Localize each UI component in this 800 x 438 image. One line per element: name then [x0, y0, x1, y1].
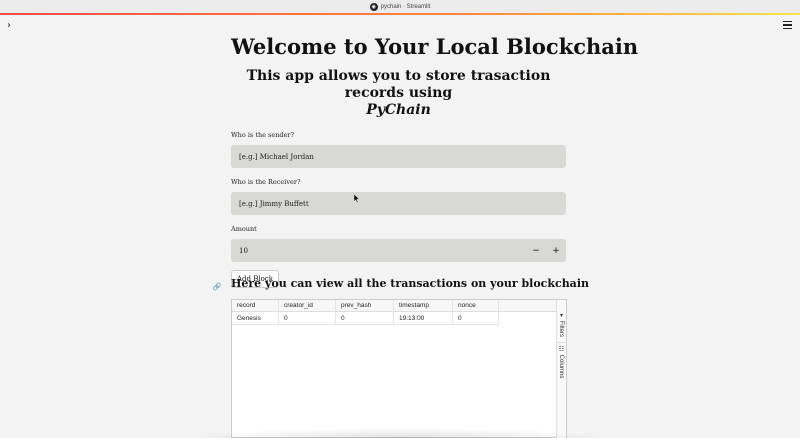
column-header[interactable]: timestamp: [394, 300, 453, 311]
receiver-input[interactable]: [e.g.] Jimmy Buffett: [231, 192, 566, 215]
amount-decrement-button[interactable]: −: [526, 246, 546, 256]
page-subtitle: This app allows you to store trasaction …: [231, 68, 566, 119]
table-cell[interactable]: 0: [336, 312, 394, 324]
table-cell[interactable]: 0: [279, 312, 336, 324]
window-titlebar: ◉ pychain · Streamlit: [0, 0, 800, 13]
window-title: pychain · Streamlit: [380, 3, 431, 10]
sender-input[interactable]: [e.g.] Michael Jordan: [231, 145, 566, 168]
amount-value[interactable]: 10: [231, 247, 526, 255]
main-content: Welcome to Your Local Blockchain This ap…: [231, 30, 639, 288]
table-cell[interactable]: Genesis: [232, 312, 279, 324]
page-title: Welcome to Your Local Blockchain: [231, 34, 639, 59]
transactions-dataframe[interactable]: record creator_id prev_hash timestamp no…: [231, 299, 567, 438]
amount-increment-button[interactable]: +: [546, 246, 566, 256]
dataframe-body: record creator_id prev_hash timestamp no…: [232, 300, 558, 438]
hamburger-menu-icon[interactable]: [783, 21, 792, 30]
column-header[interactable]: nonce: [453, 300, 499, 311]
transactions-heading: Here you can view all the transactions o…: [231, 277, 589, 290]
side-panel-divider: [557, 342, 567, 343]
table-cell[interactable]: 19:13:00: [394, 312, 453, 324]
table-cell[interactable]: 0: [453, 312, 499, 324]
row-divider: [232, 324, 499, 325]
subtitle-emphasis: PyChain: [366, 102, 431, 118]
filters-tab[interactable]: ▾ Filters: [558, 312, 565, 337]
chevron-right-icon[interactable]: ›: [7, 20, 11, 31]
columns-tab[interactable]: ☷ Columns: [558, 346, 565, 378]
column-header[interactable]: prev_hash: [336, 300, 394, 311]
table-row[interactable]: Genesis 0 0 19:13:00 0: [232, 312, 558, 324]
mouse-cursor-icon: [354, 194, 360, 203]
amount-number-input: 10 − +: [231, 239, 566, 262]
sender-label: Who is the sender?: [231, 131, 295, 139]
receiver-label: Who is the Receiver?: [231, 178, 301, 186]
dataframe-header: record creator_id prev_hash timestamp no…: [232, 300, 558, 312]
dataframe-side-panel: ▾ Filters ☷ Columns: [556, 300, 567, 438]
bottom-shadow: [185, 428, 615, 438]
streamlit-app-icon: ◉: [369, 2, 378, 11]
column-header[interactable]: creator_id: [279, 300, 336, 311]
column-header[interactable]: record: [232, 300, 279, 311]
amount-label: Amount: [231, 225, 257, 233]
subtitle-text: This app allows you to store trasaction …: [246, 68, 551, 101]
anchor-link-icon[interactable]: 🔗: [210, 280, 224, 294]
header-decoration-bar: [0, 13, 800, 15]
